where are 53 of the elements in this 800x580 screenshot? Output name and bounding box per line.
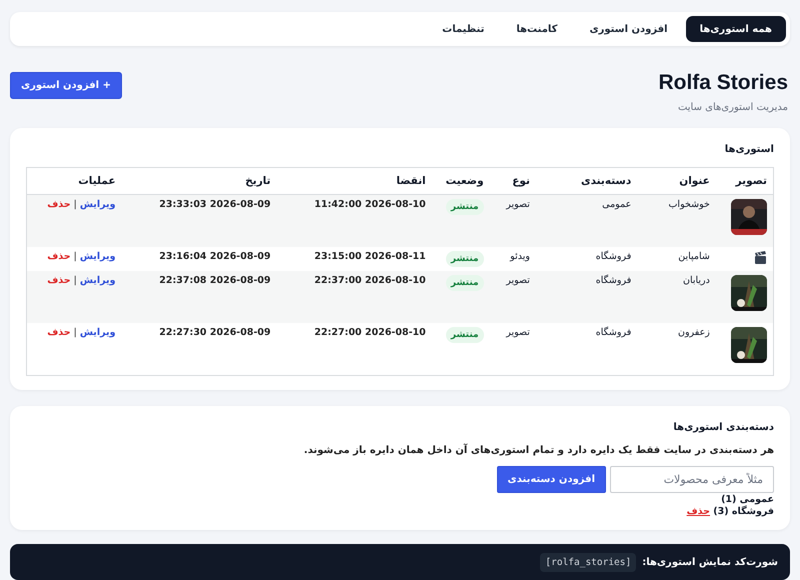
nav-tab[interactable]: همه استوری‌ها: [686, 16, 786, 42]
separator: |: [74, 275, 77, 286]
expiry-date: 2026-08-11 23:15:00: [276, 247, 432, 271]
status-badge: منتشر: [446, 275, 484, 291]
category-item: فروشگاه (3): [713, 506, 774, 517]
type-cell: تصویر: [490, 323, 536, 376]
separator: |: [74, 327, 77, 338]
story-title: دریابان: [637, 271, 716, 323]
edit-link[interactable]: ویرایش: [80, 199, 116, 210]
nav-tab[interactable]: افزودن استوری: [575, 16, 682, 42]
story-title: خوشخواب: [637, 194, 716, 247]
status-badge: منتشر: [446, 251, 484, 267]
category-cell: فروشگاه: [536, 247, 638, 271]
section-heading: استوری‌ها: [724, 144, 774, 155]
category-cell: فروشگاه: [536, 323, 638, 376]
story-title: زعفرون: [637, 323, 716, 376]
category-item: عمومی (1): [721, 494, 774, 505]
category-cell: فروشگاه: [536, 271, 638, 323]
expiry-date: 2026-08-10 22:27:00: [276, 323, 432, 376]
delete-link[interactable]: حذف: [47, 275, 71, 286]
delete-link[interactable]: حذف: [47, 327, 71, 338]
expiry-date: 2026-08-10 11:42:00: [276, 194, 432, 247]
delete-link[interactable]: حذف: [686, 506, 710, 517]
clapperboard-icon: [754, 251, 767, 264]
page-title: Rolfa Stories: [658, 70, 788, 96]
separator: |: [74, 199, 77, 210]
created-date: 2026-08-09 23:33:03: [122, 194, 277, 247]
edit-link[interactable]: ویرایش: [80, 275, 116, 286]
type-cell: ویدئو: [490, 247, 536, 271]
delete-link[interactable]: حذف: [47, 199, 71, 210]
delete-link[interactable]: حذف: [47, 251, 71, 262]
description-text: هر دسته‌بندی در سایت فقط یک دایره دارد و تمام استوری‌های آن داخل همان دایره باز می‌شوند.: [302, 445, 774, 456]
status-badge: منتشر: [446, 327, 484, 343]
add-category-button[interactable]: افزودن دسته‌بندی: [496, 466, 606, 493]
type-cell: تصویر: [490, 271, 536, 323]
separator: |: [74, 251, 77, 262]
shortcode-text: [rolfa_stories]: [540, 552, 636, 572]
edit-link[interactable]: ویرایش: [80, 327, 116, 338]
nav-tab[interactable]: کامنت‌ها: [502, 16, 572, 42]
category-cell: عمومی: [536, 194, 638, 247]
section-heading: دسته‌بندی استوری‌ها: [672, 422, 774, 433]
page-subtitle: مدیریت استوری‌های سایت: [676, 102, 788, 113]
shortcode-label: شورت‌کد نمایش استوری‌ها:: [642, 556, 778, 568]
type-cell: تصویر: [490, 194, 536, 247]
created-date: 2026-08-09 22:37:08: [122, 271, 277, 323]
created-date: 2026-08-09 22:27:30: [122, 323, 277, 376]
created-date: 2026-08-09 23:16:04: [122, 247, 277, 271]
expiry-date: 2026-08-10 22:37:00: [276, 271, 432, 323]
add-story-button[interactable]: + افزودن استوری: [10, 72, 122, 99]
story-title: شامپاین: [637, 247, 716, 271]
status-badge: منتشر: [446, 199, 484, 215]
nav-tab[interactable]: تنظیمات: [428, 16, 498, 42]
edit-link[interactable]: ویرایش: [80, 251, 116, 262]
